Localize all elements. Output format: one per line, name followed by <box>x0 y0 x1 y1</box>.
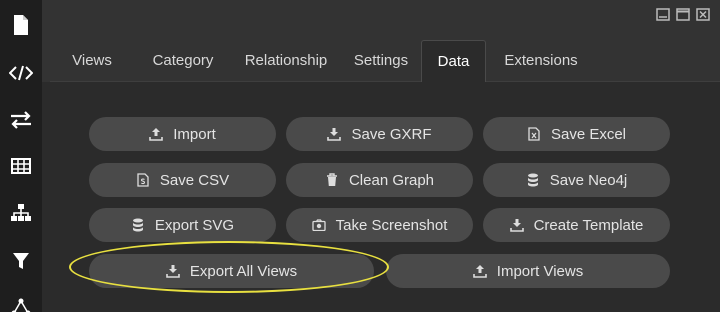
save-neo4j-button[interactable]: Save Neo4j <box>483 163 670 197</box>
tab-views[interactable]: Views <box>60 40 124 82</box>
save-excel-button[interactable]: Save Excel <box>483 117 670 151</box>
export-svg-label: Export SVG <box>154 216 235 234</box>
sidebar <box>0 0 42 312</box>
arrows-icon[interactable] <box>0 105 42 135</box>
export-svg-button[interactable]: Export SVG <box>89 208 276 242</box>
import-views-label: Import Views <box>496 262 584 280</box>
tab-data[interactable]: Data <box>421 40 486 82</box>
file-icon[interactable] <box>0 10 42 40</box>
code-icon[interactable] <box>0 58 42 88</box>
database-icon <box>526 173 540 187</box>
minimize-icon[interactable] <box>656 8 670 21</box>
upload-icon <box>149 127 164 141</box>
download-icon <box>327 127 342 141</box>
take-screenshot-button[interactable]: Take Screenshot <box>286 208 473 242</box>
csv-file-icon <box>136 173 150 187</box>
download-icon <box>166 264 180 278</box>
tab-bar: Views Category Relationship Settings Dat… <box>50 40 720 82</box>
save-csv-label: Save CSV <box>159 171 230 189</box>
filter-icon[interactable] <box>0 246 42 276</box>
tab-category[interactable]: Category <box>138 40 228 82</box>
download-icon <box>509 218 524 232</box>
hierarchy-icon[interactable] <box>0 198 42 228</box>
import-views-button[interactable]: Import Views <box>386 254 670 288</box>
window-controls <box>656 8 710 21</box>
clean-graph-button[interactable]: Clean Graph <box>286 163 473 197</box>
maximize-icon[interactable] <box>676 8 690 21</box>
table-icon[interactable] <box>0 151 42 181</box>
trash-icon <box>325 173 339 187</box>
take-screenshot-label: Take Screenshot <box>335 216 448 234</box>
create-template-button[interactable]: Create Template <box>483 208 670 242</box>
network-icon[interactable] <box>0 292 42 312</box>
import-label: Import <box>173 125 216 143</box>
export-all-views-button[interactable]: Export All Views <box>89 254 374 288</box>
tab-relationship[interactable]: Relationship <box>230 40 342 82</box>
save-gxrf-label: Save GXRF <box>351 125 432 143</box>
clean-graph-label: Clean Graph <box>348 171 435 189</box>
export-all-views-label: Export All Views <box>189 262 298 280</box>
tab-settings[interactable]: Settings <box>342 40 420 82</box>
camera-icon <box>311 218 326 232</box>
upload-icon <box>472 264 487 278</box>
save-excel-label: Save Excel <box>550 125 627 143</box>
save-gxrf-button[interactable]: Save GXRF <box>286 117 473 151</box>
create-template-label: Create Template <box>533 216 644 234</box>
tab-extensions[interactable]: Extensions <box>496 40 586 82</box>
excel-file-icon <box>527 127 541 141</box>
database-icon <box>131 218 145 232</box>
import-button[interactable]: Import <box>89 117 276 151</box>
close-icon[interactable] <box>696 8 710 21</box>
save-neo4j-label: Save Neo4j <box>549 171 628 189</box>
save-csv-button[interactable]: Save CSV <box>89 163 276 197</box>
